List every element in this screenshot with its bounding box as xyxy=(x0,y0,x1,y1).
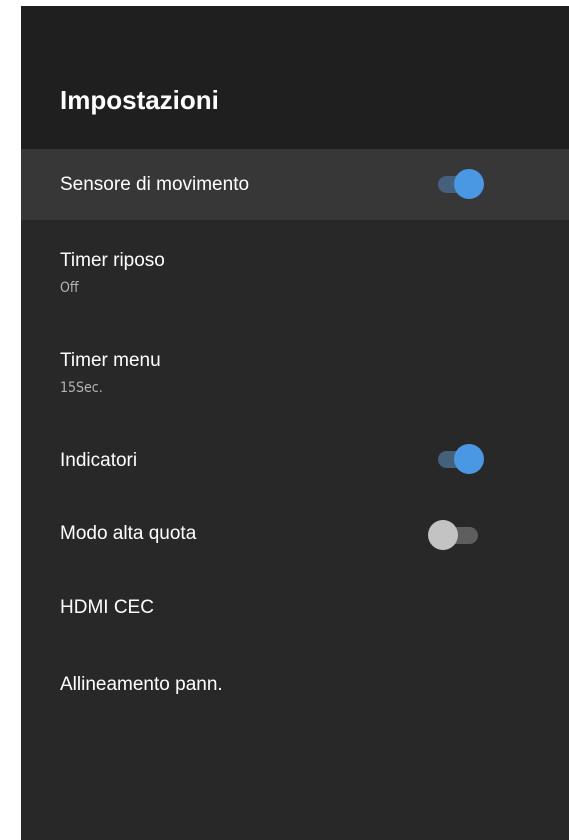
settings-panel: Impostazioni Sensore di movimento Timer … xyxy=(21,6,569,840)
setting-menu-timer-label: Timer menu xyxy=(60,350,161,371)
setting-indicators[interactable]: Indicatori xyxy=(21,420,569,494)
page-title: Impostazioni xyxy=(60,85,219,115)
setting-sleep-timer[interactable]: Timer riposo Off xyxy=(21,220,569,320)
indicators-toggle[interactable] xyxy=(428,444,484,474)
setting-sleep-timer-label: Timer riposo xyxy=(60,250,165,271)
toggle-thumb xyxy=(428,520,458,550)
toggle-thumb xyxy=(454,169,484,199)
toggle-thumb xyxy=(454,444,484,474)
setting-motion-sensor-label: Sensore di movimento xyxy=(60,174,250,195)
motion-sensor-toggle[interactable] xyxy=(428,169,484,199)
setting-sleep-timer-value: Off xyxy=(60,280,79,296)
setting-panel-alignment[interactable]: Allineamento pann. xyxy=(21,642,569,716)
setting-high-altitude-mode[interactable]: Modo alta quota xyxy=(21,494,569,568)
high-altitude-mode-toggle[interactable] xyxy=(428,520,484,550)
setting-hdmi-cec[interactable]: HDMI CEC xyxy=(21,568,569,642)
setting-hdmi-cec-label: HDMI CEC xyxy=(60,597,154,618)
setting-indicators-label: Indicatori xyxy=(60,450,138,471)
setting-panel-alignment-label: Allineamento pann. xyxy=(60,674,223,695)
setting-high-altitude-mode-label: Modo alta quota xyxy=(60,523,197,544)
setting-motion-sensor[interactable]: Sensore di movimento xyxy=(21,149,569,220)
setting-menu-timer[interactable]: Timer menu 15Sec. xyxy=(21,320,569,420)
settings-header: Impostazioni xyxy=(21,6,569,149)
setting-menu-timer-value: 15Sec. xyxy=(60,380,103,396)
